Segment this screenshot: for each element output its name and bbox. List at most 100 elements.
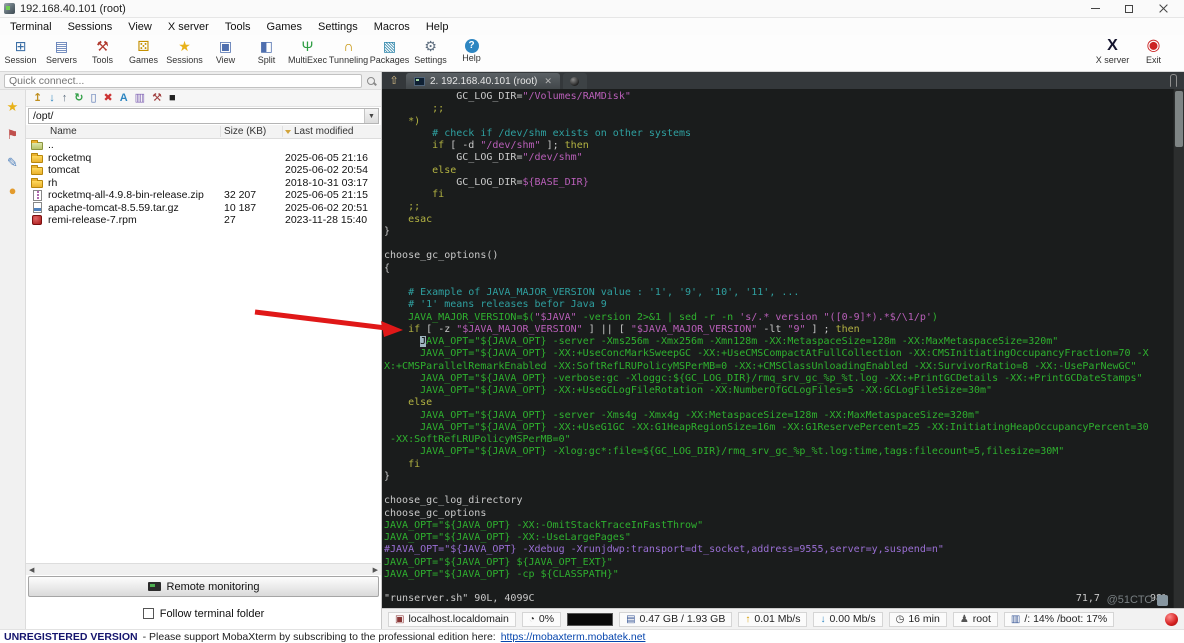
memory-value: 0.47 GB / 1.93 GB [639,613,726,625]
paperclip-icon[interactable] [1170,74,1177,87]
menu-item-x-server[interactable]: X server [160,18,217,35]
remote-monitoring-label: Remote monitoring [166,580,260,593]
path-select[interactable]: /opt/ ▼ [28,108,379,124]
file-row[interactable]: apache-tomcat-8.5.59.tar.gz 10 187 2025-06… [26,202,381,215]
terminal-line: choose_gc_options() [384,250,499,262]
file-row[interactable]: tomcat 2025-06-02 20:54 [26,164,381,177]
terminal-line: choose_gc_log_directory [384,495,523,507]
exit-label: Exit [1145,55,1161,65]
flag-icon[interactable]: ⚑ [7,128,19,142]
servers-button[interactable]: ▤ Servers [41,37,82,65]
x-server-icon: X [1107,37,1118,54]
x-server-button[interactable]: XX server [1092,37,1133,65]
download-icon[interactable]: ↓ [49,91,55,106]
upload-rate-value: 0.01 Mb/s [754,613,801,625]
follow-terminal-checkbox[interactable] [142,608,154,619]
minimize-button[interactable] [1078,0,1112,17]
monitor-icon [147,582,161,591]
scrollbar-thumb[interactable] [1175,91,1183,147]
file-row[interactable]: rocketmq 2025-06-05 21:16 [26,152,381,165]
terminal-line: JAVA_OPT="${JAVA_OPT} -verbose:gc -Xlogg… [384,372,1143,384]
exit-button[interactable]: ◉ Exit [1133,37,1174,65]
scroll-left-icon[interactable]: ◀ [29,566,34,574]
tools-button[interactable]: ⚒ Tools [82,37,123,65]
file-icon-cell [26,189,48,201]
file-icon-cell [26,140,48,151]
watermark: @51CTO [1107,594,1168,606]
favorites-star-icon[interactable]: ★ [7,100,19,114]
footer-link[interactable]: https://mobaxterm.mobatek.net [501,631,646,643]
file-row[interactable]: .. [26,139,381,152]
games-label: Games [128,55,158,65]
window-title: 192.168.40.101 (root) [20,2,126,15]
exec-icon[interactable]: ■ [169,91,176,106]
toolbar-left: ⊞ Session ▤ Servers ⚒ Tools ⚄ Games ★ Sessions ▣ Vi… [0,37,492,65]
chart-icon[interactable]: ▥ [135,91,145,106]
close-tab-icon[interactable]: ✕ [544,76,552,87]
terminal-line: GC_LOG_DIR=${BASE_DIR} [384,176,589,188]
parent-dir-icon[interactable]: ↥ [33,91,42,106]
settings-button[interactable]: ⚙ Settings [410,37,451,65]
red-status-button[interactable] [1165,612,1178,626]
uptime-segment: ◷ 16 min [888,611,947,627]
sessions-button[interactable]: ★ Sessions [164,37,205,65]
upload-icon[interactable]: ↑ [62,91,68,106]
horizontal-scrollbar[interactable]: ◀ ▶ [26,563,381,575]
menu-item-macros[interactable]: Macros [366,18,418,35]
follow-terminal-label: Follow terminal folder [159,607,265,620]
file-list-header: Name Size (KB) Last modified [26,125,381,139]
sftp-browser: ↥ ↓ ↑ ↻ ▯ ✖ A ▥ ⚒ ■ /opt/ ▼ Name Size (KB) Last m… [26,90,381,629]
terminal-scrollbar[interactable] [1173,89,1184,608]
packages-button[interactable]: ▧ Packages [369,37,410,65]
terminal[interactable]: GC_LOG_DIR="/Volumes/RAMDisk" ;; *) # ch… [382,89,1184,608]
split-button[interactable]: ◧ Split [246,37,287,65]
macro-dot-icon[interactable]: ● [9,184,17,198]
terminal-line: choose_gc_options [384,507,487,519]
menu-item-view[interactable]: View [120,18,160,35]
column-modified[interactable]: Last modified [283,126,381,137]
menu-item-settings[interactable]: Settings [310,18,366,35]
edit-pencil-icon[interactable]: ✎ [7,156,18,170]
delete-icon[interactable]: ✖ [104,91,113,106]
file-row[interactable]: rocketmq-all-4.9.8-bin-release.zip 32 207… [26,189,381,202]
new-file-icon[interactable]: ▯ [90,91,96,106]
help-button[interactable]: ? Help [451,37,492,65]
maximize-button[interactable] [1112,0,1146,17]
terminal-tab-icon [414,76,425,86]
tab-active[interactable]: 2. 192.168.40.101 (root) ✕ [406,73,560,89]
search-icon[interactable] [367,76,375,85]
toolbar-right: XX server ◉ Exit [1092,37,1174,65]
menu-item-sessions[interactable]: Sessions [60,18,121,35]
help-label: Help [462,53,481,63]
menu-item-help[interactable]: Help [418,18,457,35]
games-button[interactable]: ⚄ Games [123,37,164,65]
scroll-right-icon[interactable]: ▶ [373,566,378,574]
rename-icon[interactable]: A [120,91,128,106]
file-icon-cell [26,215,48,226]
view-button[interactable]: ▣ View [205,37,246,65]
menu-item-tools[interactable]: Tools [217,18,259,35]
column-size[interactable]: Size (KB) [221,126,283,137]
menu-item-terminal[interactable]: Terminal [2,18,60,35]
remote-monitoring-button[interactable]: Remote monitoring [28,576,379,597]
terminal-line: { [384,262,391,274]
chevron-down-icon[interactable]: ▼ [364,109,378,123]
session-button[interactable]: ⊞ Session [0,37,41,65]
refresh-icon[interactable]: ↻ [74,91,83,106]
sessions-icon: ★ [178,38,191,54]
terminal-line: JAVA_OPT="${JAVA_OPT} -Xlog:gc*:file=${G… [384,446,1065,458]
multiexec-button[interactable]: Ψ MultiExec [287,37,328,65]
file-row[interactable]: rh 2018-10-31 03:17 [26,177,381,190]
settings-icon: ⚙ [424,38,437,54]
column-name[interactable]: Name [26,126,221,137]
quick-connect-input[interactable] [4,73,362,88]
tunneling-button[interactable]: ∩ Tunneling [328,37,369,65]
close-button[interactable] [1146,0,1180,17]
file-row[interactable]: remi-release-7.rpm 27 2023-11-28 15:40 [26,214,381,227]
wrench-icon[interactable]: ⚒ [152,91,162,106]
tab-up-button[interactable]: ⇧ [385,72,403,89]
menu-item-games[interactable]: Games [259,18,310,35]
new-tab-button[interactable] [562,73,587,89]
